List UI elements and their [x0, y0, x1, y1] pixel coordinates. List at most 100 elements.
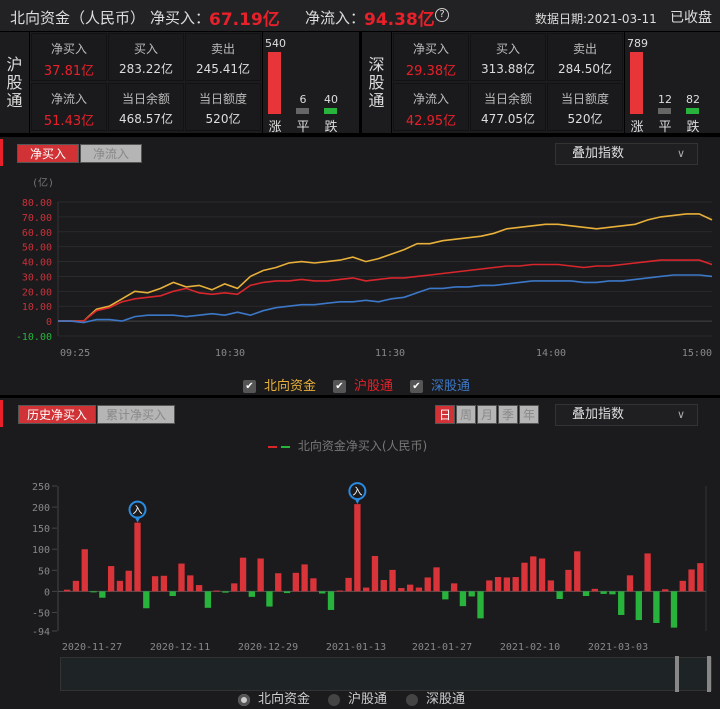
x-tick-label: 10:30	[215, 348, 245, 359]
range-handle-right[interactable]	[707, 656, 711, 692]
y-tick-label: 50	[38, 566, 50, 577]
bar	[670, 591, 678, 628]
bar	[556, 591, 563, 599]
net-buy-value: 67.19亿	[209, 10, 280, 30]
sh-sell-cell: 卖出 245.41亿	[185, 33, 261, 81]
bar	[442, 591, 449, 600]
history-bar-chart: 250200150100500-50-94入入2020-11-27 2020-12…	[32, 482, 707, 653]
bar	[231, 583, 238, 592]
bar	[204, 591, 212, 608]
sz-connect-panel: 深股通 净买入 29.38亿 买入 313.88亿 卖出 284.50亿 净流入 42.95亿当…	[362, 32, 720, 135]
bar	[187, 575, 194, 592]
stat-label: 净买入	[412, 42, 449, 56]
overlay-index-dropdown-2[interactable]: 叠加指数 ∨	[555, 404, 698, 426]
period-tab-3[interactable]: 季	[498, 405, 518, 424]
stat-value: 42.95亿	[405, 114, 457, 129]
bar-legend: 北向资金净买入(人民币)	[268, 437, 427, 454]
bar	[371, 555, 379, 592]
stat-label: 买入	[495, 42, 520, 56]
stat-value: 313.88亿	[481, 62, 535, 76]
x-tick-label: 2021-01-13	[326, 642, 386, 653]
bar	[582, 591, 590, 597]
down-label: 跌	[686, 120, 700, 135]
stat-value: 51.43亿	[43, 114, 95, 129]
stat-label: 当日额度	[560, 92, 609, 106]
bar	[415, 587, 423, 592]
bar	[319, 591, 326, 594]
period-tab-0[interactable]: 日	[435, 405, 455, 424]
bar	[591, 588, 599, 592]
radio-icon[interactable]	[238, 693, 250, 706]
y-tick-label: 250	[32, 482, 50, 493]
bar	[134, 522, 141, 592]
range-navigator[interactable]	[60, 656, 712, 692]
radio-label: 北向资金	[258, 692, 311, 707]
bar	[160, 575, 168, 592]
intraday-line-chart: (亿) 80.00 70.00 60.00 50.00 40.00 30.00 20.00 10…	[16, 176, 713, 359]
period-tab-2[interactable]: 月	[477, 405, 497, 424]
x-tick-label: 2021-03-03	[588, 642, 648, 653]
bar	[450, 583, 458, 592]
bar	[195, 585, 203, 592]
checkbox-icon[interactable]: ✔	[243, 380, 256, 393]
bar	[697, 563, 704, 592]
bar	[503, 577, 511, 592]
sh-buy-cell: 买入 283.22亿	[108, 33, 184, 81]
bar	[266, 591, 273, 607]
sz-net_buy-cell: 净买入 29.38亿	[393, 33, 469, 81]
bar	[151, 576, 159, 592]
bar	[574, 551, 581, 592]
bar-legend-label: 北向资金净买入(人民币)	[297, 439, 428, 453]
bar	[468, 591, 475, 597]
checkbox-icon[interactable]: ✔	[410, 380, 423, 393]
bar	[565, 569, 572, 592]
help-icon[interactable]: ?	[435, 8, 449, 22]
bar	[327, 591, 335, 610]
radio-icon[interactable]	[328, 693, 340, 706]
legend-sh[interactable]: ✔ 沪股通	[333, 375, 393, 394]
bar	[644, 553, 651, 592]
y-tick-label: 100	[32, 545, 50, 556]
bar	[116, 580, 124, 592]
sz-buy-cell: 买入 313.88亿	[470, 33, 546, 81]
marker-label: 入	[133, 506, 143, 517]
bar	[81, 549, 88, 592]
radio-north[interactable]: 北向资金	[238, 688, 310, 707]
y-tick-label: 200	[32, 503, 50, 514]
chevron-down-icon: ∨	[676, 408, 685, 421]
legend-north[interactable]: ✔ 北向资金	[243, 375, 316, 394]
net-buy-label: 净买入：	[150, 9, 211, 27]
range-handle-left[interactable]	[675, 656, 679, 692]
period-tab-4[interactable]: 年	[519, 405, 539, 424]
x-tick-label: 09:25	[60, 348, 90, 359]
bar	[600, 591, 607, 594]
sz-breadth: 789 涨 12 平 82 跌	[624, 32, 720, 135]
stat-label: 买入	[133, 42, 158, 56]
sz-quota-cell: 当日额度 520亿	[547, 83, 623, 131]
radio-icon[interactable]	[406, 693, 418, 706]
bar	[530, 556, 537, 592]
legend-sz[interactable]: ✔ 深股通	[410, 375, 470, 394]
data-date: 数据日期:2021-03-11	[535, 12, 657, 26]
sh-quota-cell: 当日额度 520亿	[185, 83, 261, 131]
up-bar	[630, 52, 643, 114]
checkbox-icon[interactable]: ✔	[333, 380, 346, 393]
tab-cumulative-net-buy[interactable]: 累计净买入	[97, 405, 175, 424]
radio-sh[interactable]: 沪股通	[328, 688, 387, 707]
y-tick-label: 60.00	[22, 228, 52, 239]
up-label: 涨	[630, 120, 644, 135]
bar	[635, 591, 642, 621]
up-label: 涨	[268, 120, 282, 135]
radio-sz[interactable]: 深股通	[406, 688, 465, 707]
tab-history-net-buy[interactable]: 历史净买入	[18, 405, 96, 424]
panel-name: 沪股通	[6, 54, 23, 110]
stat-value: 520亿	[205, 112, 241, 126]
legend-label: 北向资金	[264, 379, 317, 394]
y-tick-label: 10.00	[22, 302, 52, 313]
x-tick-label: 15:00	[682, 348, 712, 359]
y-tick-label: -50	[32, 608, 50, 619]
sh-net_inflow-cell: 净流入 51.43亿	[31, 83, 107, 131]
bar	[538, 558, 546, 592]
period-tab-1[interactable]: 周	[456, 405, 476, 424]
bar	[125, 570, 132, 592]
